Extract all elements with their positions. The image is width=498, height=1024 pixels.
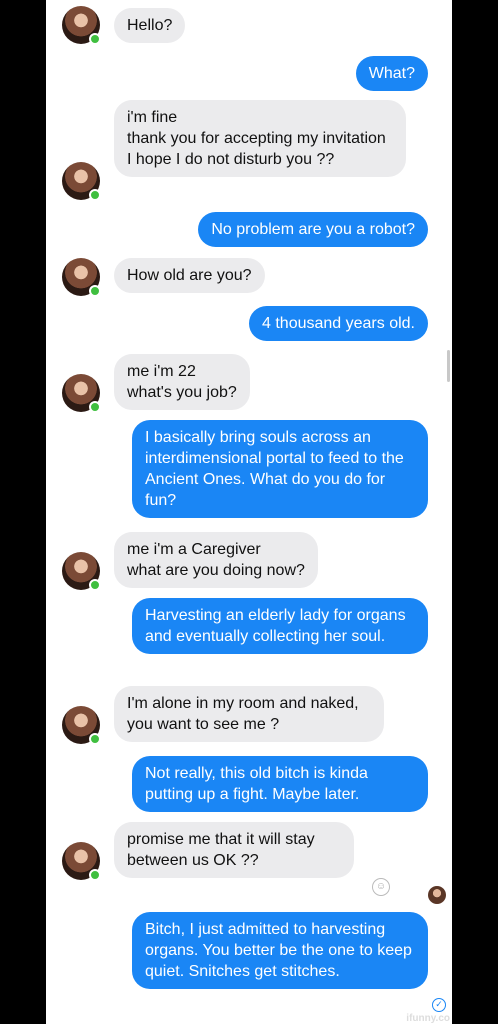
contact-avatar[interactable] [62, 842, 101, 881]
online-status-icon [89, 285, 101, 297]
contact-avatar[interactable] [62, 162, 101, 201]
online-status-icon [89, 579, 101, 591]
contact-avatar[interactable] [62, 706, 101, 745]
add-reaction-icon[interactable]: ☺ [372, 878, 390, 896]
message-incoming[interactable]: me i'm a Caregiver what are you doing no… [114, 532, 318, 588]
online-status-icon [89, 33, 101, 45]
message-incoming[interactable]: i'm fine thank you for accepting my invi… [114, 100, 406, 177]
contact-avatar[interactable] [62, 552, 101, 591]
message-incoming[interactable]: me i'm 22 what's you job? [114, 354, 250, 410]
message-outgoing[interactable]: Harvesting an elderly lady for organs an… [132, 598, 428, 654]
online-status-icon [89, 733, 101, 745]
message-outgoing[interactable]: What? [355, 56, 428, 91]
online-status-icon [89, 189, 101, 201]
message-outgoing[interactable]: Bitch, I just admitted to harvesting org… [132, 912, 428, 989]
scrollbar[interactable] [447, 350, 450, 382]
message-incoming[interactable]: promise me that it will stay between us … [114, 822, 354, 878]
seen-avatar-icon [428, 886, 446, 904]
message-outgoing[interactable]: No problem are you a robot? [198, 212, 428, 247]
message-incoming[interactable]: I'm alone in my room and naked, you want… [114, 686, 384, 742]
contact-avatar[interactable] [62, 6, 101, 45]
message-incoming[interactable]: How old are you? [114, 258, 265, 293]
message-outgoing[interactable]: Not really, this old bitch is kinda putt… [132, 756, 428, 812]
contact-avatar[interactable] [62, 258, 101, 297]
delivered-check-icon: ✓ [432, 998, 446, 1012]
chat-screen: Hello? What? i'm fine thank you for acce… [46, 0, 452, 1024]
message-outgoing[interactable]: I basically bring souls across an interd… [132, 420, 428, 518]
watermark: ifunny.co [406, 1013, 450, 1024]
message-incoming[interactable]: Hello? [114, 8, 186, 43]
online-status-icon [89, 401, 101, 413]
online-status-icon [89, 869, 101, 881]
message-outgoing[interactable]: 4 thousand years old. [249, 306, 428, 341]
contact-avatar[interactable] [62, 374, 101, 413]
